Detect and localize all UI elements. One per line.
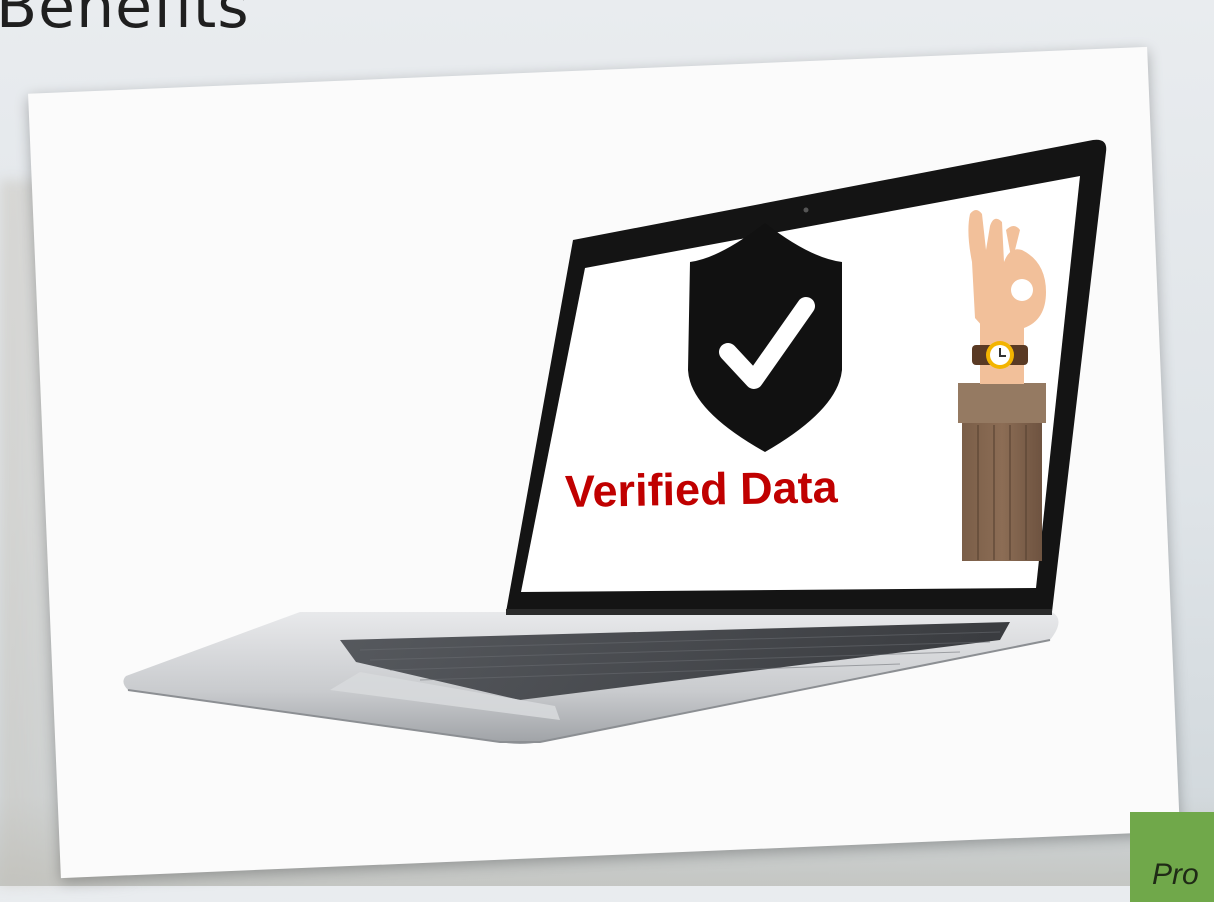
laptop-illustration: [123, 139, 1107, 744]
wristwatch-icon: [972, 341, 1028, 369]
verified-data-label: Verified Data: [564, 461, 839, 517]
corner-tab: Pro: [1130, 812, 1214, 902]
corner-tab-text: Pro: [1152, 858, 1199, 891]
laptop-icon: [123, 139, 1107, 744]
